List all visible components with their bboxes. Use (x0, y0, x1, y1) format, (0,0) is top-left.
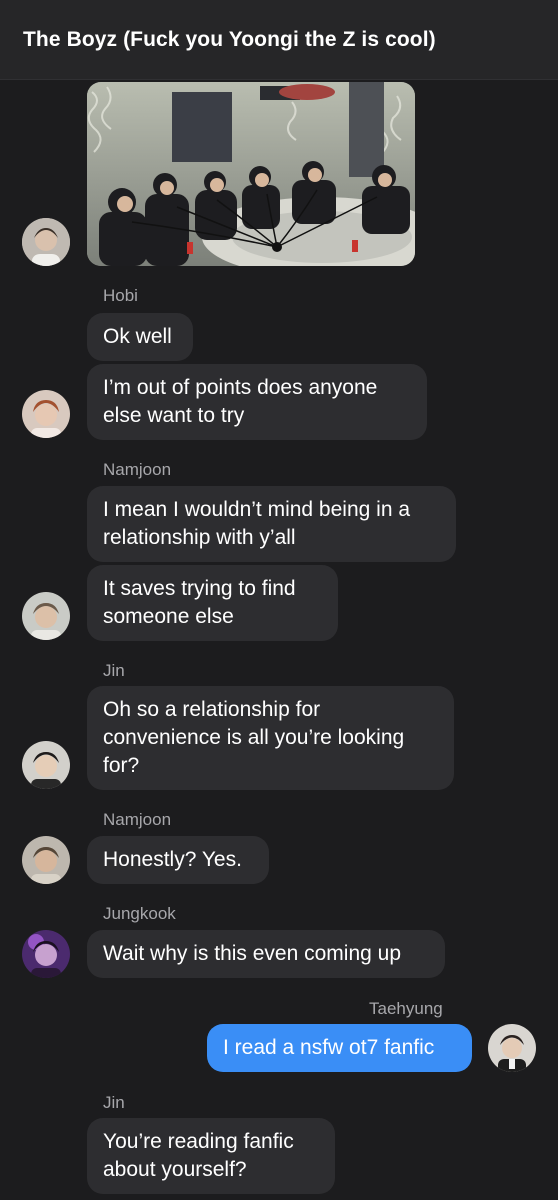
sender-name: Jungkook (103, 904, 176, 923)
outgoing-message-bubble[interactable]: I read a nsfw ot7 fanfic (207, 1024, 472, 1072)
message-bubble[interactable]: I mean I wouldn’t mind being in a relati… (87, 486, 456, 562)
avatar-image (22, 592, 70, 640)
message-bubble[interactable]: Wait why is this even coming up (87, 930, 445, 978)
message-bubble[interactable]: Honestly? Yes. (87, 836, 269, 884)
sender-name: Namjoon (103, 810, 172, 829)
photo-image (87, 82, 415, 266)
avatar-image (488, 1024, 536, 1072)
avatar-image (22, 836, 70, 884)
chat-header: The Boyz (Fuck you Yoongi the Z is cool) (0, 0, 558, 80)
avatar[interactable] (22, 741, 70, 789)
avatar[interactable] (22, 836, 70, 884)
message-bubble[interactable]: Oh so a relationship for convenience is … (87, 686, 454, 790)
avatar[interactable] (22, 218, 70, 266)
sender-name: Taehyung (369, 999, 443, 1018)
avatar-image (22, 218, 70, 266)
sender-name: Jin (103, 1093, 125, 1112)
avatar-image (22, 390, 70, 438)
message-bubble[interactable]: You’re reading fanfic about yourself? (87, 1118, 335, 1194)
avatar[interactable] (22, 592, 70, 640)
sender-name: Jin (103, 661, 125, 680)
sender-name: Namjoon (103, 460, 172, 479)
shared-photo[interactable] (87, 82, 415, 266)
message-bubble[interactable]: It saves trying to find someone else (87, 565, 338, 641)
message-bubble[interactable]: Ok well (87, 313, 193, 361)
avatar[interactable] (488, 1024, 536, 1072)
sender-name: Hobi (103, 286, 138, 305)
message-bubble[interactable]: I’m out of points does anyone else want … (87, 364, 427, 440)
chat-title[interactable]: The Boyz (Fuck you Yoongi the Z is cool) (23, 28, 436, 52)
avatar[interactable] (22, 390, 70, 438)
avatar-image (22, 930, 70, 978)
avatar[interactable] (22, 930, 70, 978)
avatar-image (22, 741, 70, 789)
